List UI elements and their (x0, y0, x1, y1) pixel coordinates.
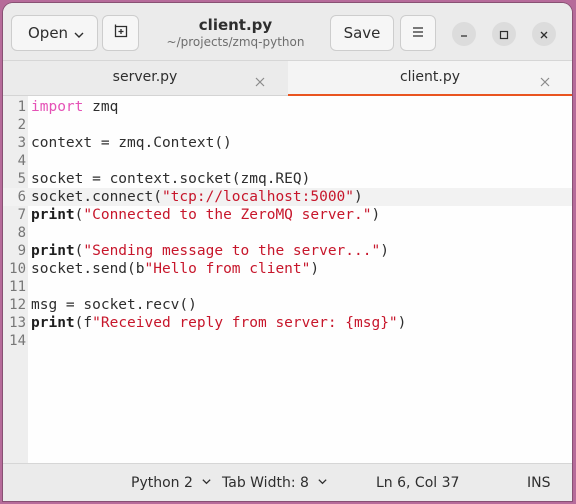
line-number: 4 (17, 153, 26, 169)
line-code: socket.send(b"Hello from client") (31, 260, 319, 278)
string-token: "tcp://localhost:5000" (161, 189, 355, 205)
line-number: 7 (17, 207, 26, 223)
code-line[interactable]: 5 socket = context.socket(zmq.REQ) (3, 170, 572, 188)
code-token: zmq (83, 99, 119, 115)
chevron-down-icon (201, 475, 212, 491)
keyword-token: import (31, 99, 84, 115)
line-number: 2 (17, 117, 26, 133)
tab-label: client.py (399, 69, 461, 85)
tab-width-label: Tab Width: 8 (222, 475, 309, 491)
hamburger-menu-icon (411, 24, 425, 42)
line-number: 11 (9, 279, 26, 295)
cursor-position-label: Ln 6, Col 37 (376, 475, 460, 491)
main-menu-button[interactable] (400, 15, 436, 51)
line-code: print("Connected to the ZeroMQ server.") (31, 206, 380, 224)
cursor-position[interactable]: Ln 6, Col 37 (376, 475, 459, 491)
code-line[interactable]: 11 (3, 278, 572, 296)
code-line[interactable]: 4 (3, 152, 572, 170)
close-icon[interactable] (255, 72, 265, 91)
window-title: client.py (198, 16, 273, 34)
code-line[interactable]: 8 (3, 224, 572, 242)
language-selector[interactable]: Python 2 (131, 475, 212, 491)
code-token: context = zmq.Context() (31, 135, 232, 151)
code-token: socket.send(b (31, 261, 145, 277)
code-editor[interactable]: 1 import zmq 2 3 context = zmq.Context() 4 5 so… (3, 96, 572, 463)
line-number: 10 (9, 261, 26, 277)
code-token: ) (371, 207, 381, 223)
string-token: "Sending message to the server..." (83, 243, 381, 259)
line-code: msg = socket.recv() (31, 296, 197, 314)
code-token: socket.connect( (31, 189, 162, 205)
code-token: ) (397, 315, 407, 331)
window-subtitle: ~/projects/zmq-python (166, 35, 305, 49)
string-token: "Hello from client" (144, 261, 311, 277)
tab-server-py[interactable]: server.py (3, 61, 287, 96)
chevron-down-icon (317, 475, 328, 491)
line-code: print(f"Received reply from server: {msg… (31, 314, 406, 332)
code-line[interactable]: 6 socket.connect("tcp://localhost:5000") (3, 188, 572, 206)
line-code: import zmq (31, 98, 118, 116)
insert-mode-label: INS (527, 475, 551, 491)
builtin-token: print (31, 243, 75, 259)
line-number: 3 (17, 135, 26, 151)
string-token: "Received reply from server: {msg}" (92, 315, 398, 331)
chevron-down-icon (73, 27, 85, 45)
line-number: 12 (9, 297, 26, 313)
insert-mode-indicator[interactable]: INS (527, 475, 551, 491)
line-number: 5 (17, 171, 26, 187)
close-icon[interactable] (540, 72, 550, 91)
string-token: "Connected to the ZeroMQ server." (83, 207, 372, 223)
tab-bar: server.py client.py (3, 61, 572, 97)
code-token: (f (74, 315, 93, 331)
tab-label: server.py (112, 69, 178, 85)
code-token: ) (354, 189, 363, 205)
maximize-button[interactable] (492, 22, 516, 46)
code-line[interactable]: 1 import zmq (3, 98, 572, 116)
line-number: 6 (17, 189, 26, 205)
code-area[interactable]: 1 import zmq 2 3 context = zmq.Context() 4 5 so… (3, 96, 572, 463)
line-code: context = zmq.Context() (31, 134, 232, 152)
code-line[interactable]: 2 (3, 116, 572, 134)
open-button-label: Open (28, 24, 69, 42)
code-token: ) (380, 243, 389, 259)
minimize-button[interactable] (452, 22, 476, 46)
tab-client-py[interactable]: client.py (288, 61, 572, 97)
code-line[interactable]: 10 socket.send(b"Hello from client") (3, 260, 572, 278)
builtin-token: print (31, 207, 75, 223)
line-number: 9 (17, 243, 26, 259)
line-code: socket = context.socket(zmq.REQ) (31, 170, 310, 188)
builtin-token: print (31, 315, 75, 331)
code-line[interactable]: 14 (3, 332, 572, 350)
language-label: Python 2 (131, 475, 193, 491)
line-number: 13 (9, 315, 26, 331)
code-line[interactable]: 3 context = zmq.Context() (3, 134, 572, 152)
editor-window: Open client.py ~/projects/zmq-python Sav… (3, 3, 572, 501)
code-line[interactable]: 13 print(f"Received reply from server: {m… (3, 314, 572, 332)
status-bar: Python 2 Tab Width: 8 Ln 6, Col 37 INS (3, 463, 572, 501)
new-tab-button[interactable] (102, 15, 139, 51)
maximize-icon (499, 25, 509, 44)
tab-width-selector[interactable]: Tab Width: 8 (222, 475, 328, 491)
minimize-icon (459, 25, 469, 44)
close-window-button[interactable] (532, 22, 556, 46)
title-block: client.py ~/projects/zmq-python (153, 16, 318, 50)
close-icon (539, 25, 549, 44)
line-number: 14 (9, 333, 26, 349)
code-token: msg = socket.recv() (31, 297, 197, 313)
code-line[interactable]: 7 print("Connected to the ZeroMQ server."… (3, 206, 572, 224)
line-number: 1 (17, 99, 26, 115)
header-bar: Open client.py ~/projects/zmq-python Sav… (3, 3, 572, 61)
line-number: 8 (17, 225, 26, 241)
open-button[interactable]: Open (11, 15, 98, 51)
code-line[interactable]: 12 msg = socket.recv() (3, 296, 572, 314)
line-code: print("Sending message to the server..."… (31, 242, 389, 260)
save-button[interactable]: Save (330, 15, 394, 51)
new-tab-icon (113, 23, 129, 43)
code-line[interactable]: 9 print("Sending message to the server...… (3, 242, 572, 260)
code-token: ) (310, 261, 320, 277)
code-token: socket = context.socket(zmq.REQ) (31, 171, 311, 187)
line-code: socket.connect("tcp://localhost:5000") (31, 188, 363, 206)
